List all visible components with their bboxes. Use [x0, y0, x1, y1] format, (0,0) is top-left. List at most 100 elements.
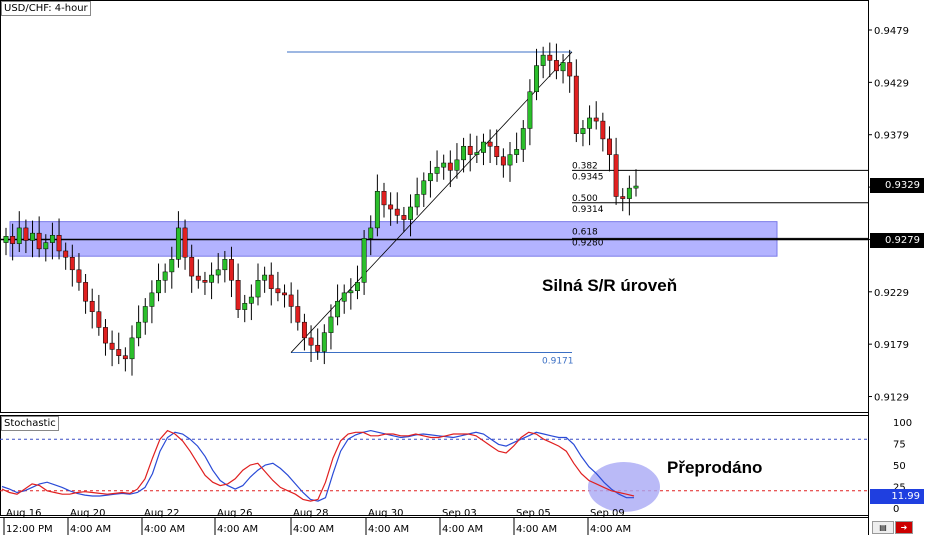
x-tick-label: Aug 26: [217, 508, 252, 519]
candle-body: [567, 62, 573, 77]
candle-body: [275, 288, 281, 294]
scroll-icon[interactable]: ▤: [872, 521, 894, 534]
candle-body: [461, 145, 467, 161]
fib-label: 0.9280: [572, 238, 604, 248]
candle-body: [520, 128, 526, 150]
candle-body: [215, 269, 221, 276]
candle-body: [560, 62, 566, 72]
candle-body: [620, 196, 626, 199]
y-tick-label: 0.9179: [874, 340, 909, 351]
candle-body: [355, 282, 360, 292]
candle-body: [467, 145, 473, 155]
candle-body: [441, 162, 447, 168]
x-tick-sublabel: 4:00 AM: [368, 524, 409, 535]
x-tick-sublabel: 4:00 AM: [590, 524, 631, 535]
candle-body: [494, 145, 500, 157]
x-tick-sublabel: 4:00 AM: [70, 524, 111, 535]
fib-label: 0.500: [572, 194, 598, 204]
y-tick-label: 0.9429: [874, 78, 909, 89]
candle-body: [408, 206, 413, 220]
oversold-annotation: Přeprodáno: [667, 458, 763, 477]
candle-body: [361, 238, 367, 283]
fib-label: 0.9171: [542, 357, 574, 367]
candle-body: [301, 321, 307, 339]
candle-body: [69, 256, 75, 271]
x-tick-sublabel: 12:00 PM: [6, 524, 53, 535]
candle-body: [580, 128, 586, 134]
candle-body: [23, 227, 29, 241]
candle-body: [348, 290, 354, 294]
candle-body: [401, 215, 407, 220]
candle-body: [434, 166, 440, 174]
candle-body: [268, 274, 274, 289]
candle-body: [16, 227, 22, 244]
candle-body: [573, 75, 579, 134]
candle-body: [374, 191, 380, 229]
candle-body: [76, 269, 82, 283]
candle-body: [89, 300, 95, 312]
candle-body: [507, 154, 513, 166]
candle-body: [335, 300, 341, 318]
candle-body: [454, 159, 460, 171]
candle-body: [169, 259, 175, 273]
candle-body: [447, 162, 453, 171]
candle-body: [83, 282, 89, 302]
candle-body: [288, 294, 294, 307]
candle-body: [474, 152, 480, 155]
candle-body: [341, 292, 347, 302]
candle-body: [129, 337, 135, 360]
y-tick-label: 0.9479: [874, 26, 909, 37]
candle-body: [235, 280, 241, 310]
fib-label: 0.618: [572, 227, 598, 237]
candle-body: [527, 91, 533, 129]
x-tick-sublabel: 4:00 AM: [217, 524, 258, 535]
candle-body: [182, 227, 188, 258]
y-tick-label: 0.9229: [874, 288, 909, 299]
candle-body: [626, 187, 632, 199]
candle-body: [262, 274, 268, 281]
candle-body: [56, 235, 62, 252]
candle-body: [607, 138, 612, 155]
candle-body: [142, 306, 148, 323]
x-tick-label: Aug 22: [144, 508, 179, 519]
x-tick-label: Aug 16: [6, 508, 41, 519]
fib-label: 0.382: [572, 161, 598, 171]
x-tick-label: Sep 09: [590, 508, 625, 519]
candle-body: [481, 141, 486, 153]
candle-body: [136, 321, 142, 339]
x-tick-sublabel: 4:00 AM: [144, 524, 185, 535]
candle-body: [242, 303, 248, 310]
stoch-tick-label: 0: [893, 504, 899, 515]
candle-body: [593, 117, 599, 122]
candle-body: [149, 292, 155, 307]
candle-body: [421, 180, 427, 195]
exit-arrow-icon[interactable]: ➜: [895, 521, 913, 534]
candle-body: [514, 149, 520, 155]
indicator-title: Stochastic: [1, 416, 59, 431]
x-tick-label: Aug 28: [293, 508, 328, 519]
candle-body: [553, 60, 559, 72]
candle-body: [175, 227, 181, 260]
candle-body: [30, 232, 35, 241]
candle-body: [308, 337, 314, 346]
sr-level-annotation: Silná S/R úroveň: [542, 276, 678, 295]
stoch-tick-label: 100: [893, 418, 912, 429]
candle-body: [414, 194, 420, 208]
candle-body: [109, 342, 115, 350]
candle-body: [321, 332, 327, 352]
candle-body: [427, 173, 433, 182]
last-price-tag: 0.9329: [870, 178, 924, 193]
chart-canvas: 0.3820.9345 0.5000.9314 0.6180.9280 0.9171 0…: [0, 0, 912, 535]
candle-body: [368, 227, 374, 239]
candle-body: [587, 117, 593, 129]
candle-body: [600, 120, 606, 140]
x-tick-label: Aug 30: [368, 508, 403, 519]
candle-body: [381, 191, 387, 206]
candle-body: [315, 344, 321, 352]
candle-body: [103, 327, 108, 344]
candle-body: [487, 141, 493, 147]
candle-body: [295, 306, 301, 323]
x-tick-sublabel: 4:00 AM: [293, 524, 334, 535]
stoch-tick-label: 75: [893, 440, 906, 451]
x-tick-label: Aug 20: [70, 508, 105, 519]
